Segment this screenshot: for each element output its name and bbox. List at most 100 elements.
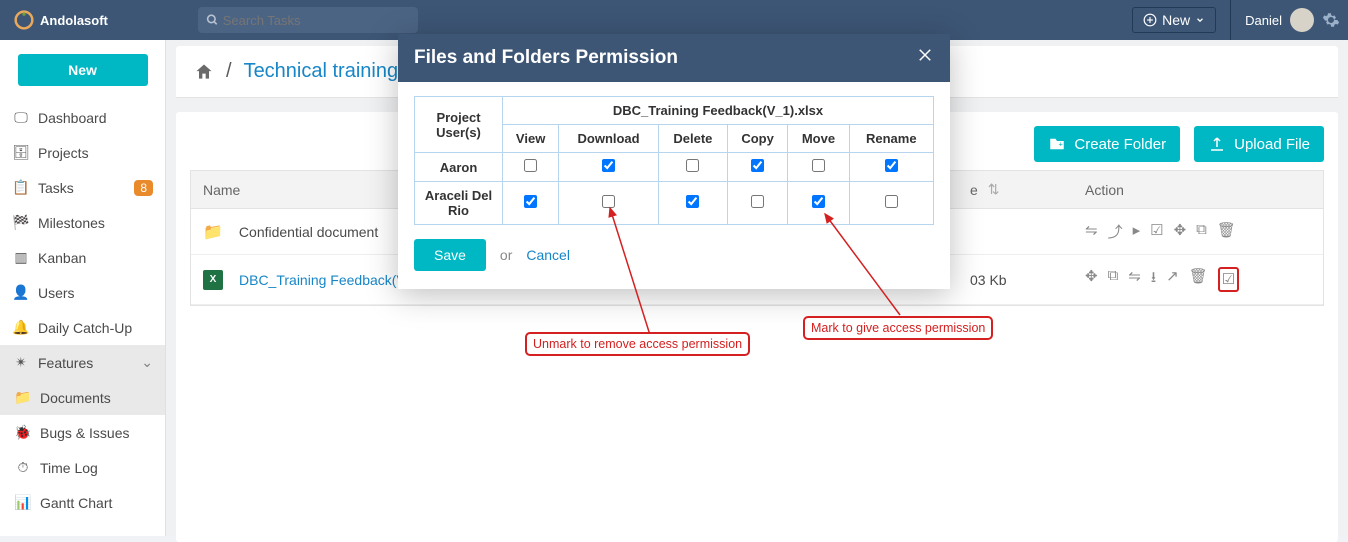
- sidebar-item-documents[interactable]: 📁 Documents: [0, 380, 165, 415]
- breadcrumb-project[interactable]: Technical training to: [244, 60, 421, 83]
- share-icon[interactable]: ⇋: [1128, 267, 1141, 292]
- th-project-users: Project User(s): [415, 97, 503, 153]
- search-icon: [206, 13, 219, 27]
- label: Users: [38, 285, 75, 301]
- sidebar-item-projects[interactable]: 🗄Projects: [0, 135, 165, 170]
- perm-row-aaron: Aaron: [415, 153, 934, 182]
- th-rename: Rename: [849, 125, 933, 153]
- label: Milestones: [38, 215, 105, 231]
- move-out-icon[interactable]: ↗: [1166, 267, 1179, 292]
- cb-araceli-copy[interactable]: [751, 195, 764, 208]
- trash-icon[interactable]: 🗑: [1189, 267, 1208, 292]
- label: Features: [38, 355, 93, 371]
- modal-header: Files and Folders Permission: [398, 34, 950, 82]
- svg-text:+: +: [1059, 139, 1064, 148]
- flag-icon: 🏁: [12, 214, 30, 231]
- th-view: View: [503, 125, 559, 153]
- drag-icon[interactable]: ✥: [1085, 267, 1098, 292]
- separator: /: [226, 60, 232, 83]
- th-filename: DBC_Training Feedback(V_1).xlsx: [503, 97, 934, 125]
- search-input[interactable]: [223, 13, 410, 28]
- cb-araceli-delete[interactable]: [686, 195, 699, 208]
- logo-icon: [14, 10, 34, 30]
- cb-araceli-download[interactable]: [602, 195, 615, 208]
- chevron-down-icon: [1195, 15, 1205, 25]
- label: Bugs & Issues: [40, 425, 130, 441]
- cancel-link[interactable]: Cancel: [526, 247, 570, 263]
- new-label: New: [1162, 12, 1190, 28]
- move-icon[interactable]: ▸: [1133, 221, 1141, 242]
- download-icon[interactable]: ⭳: [1151, 267, 1156, 292]
- user-menu[interactable]: Daniel: [1245, 8, 1340, 32]
- sidebar-item-kanban[interactable]: ▥Kanban: [0, 240, 165, 275]
- label: Dashboard: [38, 110, 107, 126]
- copy-icon[interactable]: ⧉: [1108, 267, 1119, 292]
- folder-icon: 📁: [14, 389, 32, 406]
- upload-file-button[interactable]: Upload File: [1194, 126, 1324, 162]
- label: Tasks: [38, 180, 74, 196]
- share-icon[interactable]: ⇋: [1085, 221, 1098, 242]
- cb-araceli-move[interactable]: [812, 195, 825, 208]
- label: Time Log: [40, 460, 98, 476]
- modal-title: Files and Folders Permission: [414, 47, 678, 69]
- th-move: Move: [788, 125, 849, 153]
- user-name: Aaron: [415, 153, 503, 182]
- sidebar: New 🖵 Dashboard 🗄Projects 📋Tasks8 🏁 Milest…: [0, 40, 166, 536]
- search-box[interactable]: [198, 7, 418, 33]
- permissions-modal: Files and Folders Permission Project Use…: [398, 34, 950, 289]
- col-size[interactable]: e⇅: [958, 171, 1073, 208]
- cb-araceli-rename[interactable]: [885, 195, 898, 208]
- modal-actions: Save or Cancel: [414, 239, 934, 271]
- sort-icon: ⇅: [988, 181, 1000, 198]
- cb-aaron-delete[interactable]: [686, 159, 699, 172]
- label: Daily Catch-Up: [38, 320, 132, 336]
- sidebar-item-tasks[interactable]: 📋Tasks8: [0, 170, 165, 205]
- drag-icon[interactable]: ✥: [1174, 221, 1187, 242]
- sidebar-item-daily[interactable]: 🔔Daily Catch-Up: [0, 310, 165, 345]
- brand-text: Andolasoft: [40, 13, 108, 28]
- cb-aaron-move[interactable]: [812, 159, 825, 172]
- user-name: Araceli Del Rio: [415, 182, 503, 225]
- file-size: 03 Kb: [958, 264, 1073, 296]
- perm-row-araceli: Araceli Del Rio: [415, 182, 934, 225]
- clock-icon: ⏱: [14, 459, 32, 476]
- sidebar-item-features[interactable]: ✴Features⌄: [0, 345, 165, 380]
- chevron-down-icon: ⌄: [141, 354, 153, 371]
- divider: [1230, 0, 1231, 40]
- cb-aaron-download[interactable]: [602, 159, 615, 172]
- sidebar-new-button[interactable]: New: [18, 54, 148, 86]
- trash-icon[interactable]: 🗑: [1217, 221, 1236, 242]
- copy-icon[interactable]: ⧉: [1196, 221, 1207, 242]
- user-icon: 👤: [12, 284, 30, 301]
- sidebar-item-milestones[interactable]: 🏁 Milestones: [0, 205, 165, 240]
- sidebar-item-dashboard[interactable]: 🖵 Dashboard: [0, 100, 165, 135]
- cb-araceli-view[interactable]: [524, 195, 537, 208]
- close-icon[interactable]: [916, 46, 934, 70]
- save-button[interactable]: Save: [414, 239, 486, 271]
- gear-icon[interactable]: [1322, 11, 1340, 29]
- th-delete: Delete: [658, 125, 727, 153]
- modal-body: Project User(s) DBC_Training Feedback(V_…: [398, 82, 950, 289]
- sidebar-item-timelog[interactable]: ⏱ Time Log: [0, 450, 165, 485]
- new-dropdown-button[interactable]: New: [1132, 7, 1216, 33]
- user-name: Daniel: [1245, 13, 1282, 28]
- brand-logo[interactable]: Andolasoft: [14, 10, 108, 30]
- cb-aaron-rename[interactable]: [885, 159, 898, 172]
- monitor-icon: 🖵: [12, 109, 30, 126]
- sidebar-item-gantt[interactable]: 📊Gantt Chart: [0, 485, 165, 520]
- create-folder-button[interactable]: + Create Folder: [1034, 126, 1180, 162]
- export-icon[interactable]: ⤴: [1108, 221, 1123, 242]
- home-icon[interactable]: [194, 62, 214, 82]
- permission-icon[interactable]: ☑: [1218, 267, 1239, 292]
- row-actions: ⇋ ⤴ ▸ ☑ ✥ ⧉ 🗑: [1085, 221, 1236, 242]
- sidebar-item-bugs[interactable]: 🐞Bugs & Issues: [0, 415, 165, 450]
- avatar: [1290, 8, 1314, 32]
- check-icon[interactable]: ☑: [1150, 221, 1163, 242]
- cb-aaron-view[interactable]: [524, 159, 537, 172]
- cb-aaron-copy[interactable]: [751, 159, 764, 172]
- briefcase-icon: 🗄: [12, 144, 30, 161]
- th-download: Download: [559, 125, 659, 153]
- sidebar-item-users[interactable]: 👤 Users: [0, 275, 165, 310]
- file-size: [958, 224, 1073, 240]
- label: Documents: [40, 390, 111, 406]
